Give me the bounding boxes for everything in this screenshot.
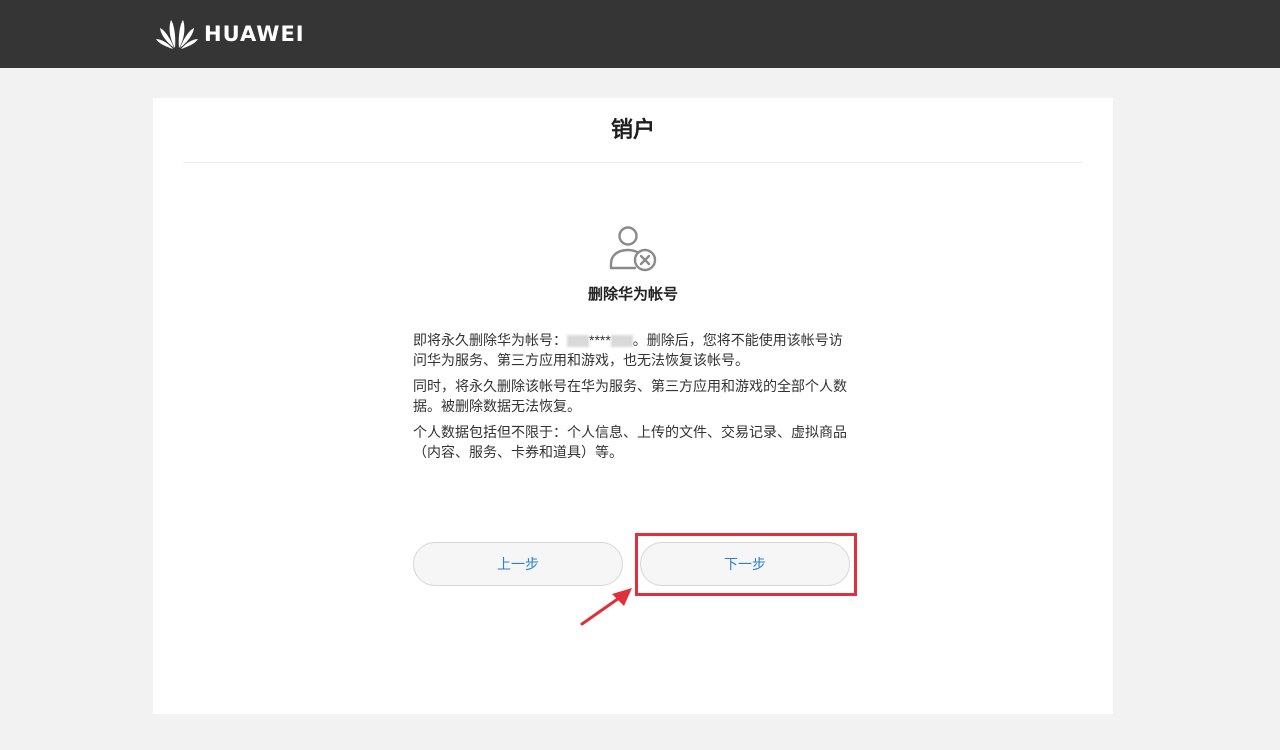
brand-name: HUAWEI — [204, 22, 305, 46]
top-bar: HUAWEI — [0, 0, 1280, 68]
masked-account-part — [567, 335, 589, 348]
notice-paragraph-2: 同时，将永久删除该帐号在华为服务、第三方应用和游戏的全部个人数据。被删除数据无法… — [413, 378, 847, 414]
annotation-arrow-icon — [580, 588, 632, 626]
user-remove-icon — [609, 226, 657, 272]
title-divider — [183, 162, 1083, 163]
huawei-flower-icon — [156, 20, 198, 49]
next-step-highlight-box — [635, 533, 857, 596]
section-title: 删除华为帐号 — [587, 286, 678, 303]
page-title: 销户 — [610, 117, 655, 142]
previous-step-button[interactable]: 上一步 — [413, 542, 623, 586]
masked-account-part — [610, 335, 633, 348]
notice-paragraph-3: 个人数据包括但不限于：个人信息、上传的文件、交易记录、虚拟商品（内容、服务、卡券… — [413, 424, 847, 460]
notice-text: 即将永久删除华为帐号： — [413, 332, 567, 348]
deletion-notice: 即将永久删除华为帐号： **** 。删除后，您将不能使用该帐号访问华为服务、第三方应… — [413, 330, 853, 468]
notice-paragraph-1: 即将永久删除华为帐号： **** 。删除后，您将不能使用该帐号访问华为服务、第三方应… — [413, 330, 853, 370]
masked-account-stars: **** — [589, 332, 611, 348]
huawei-logo[interactable]: HUAWEI — [156, 17, 305, 51]
